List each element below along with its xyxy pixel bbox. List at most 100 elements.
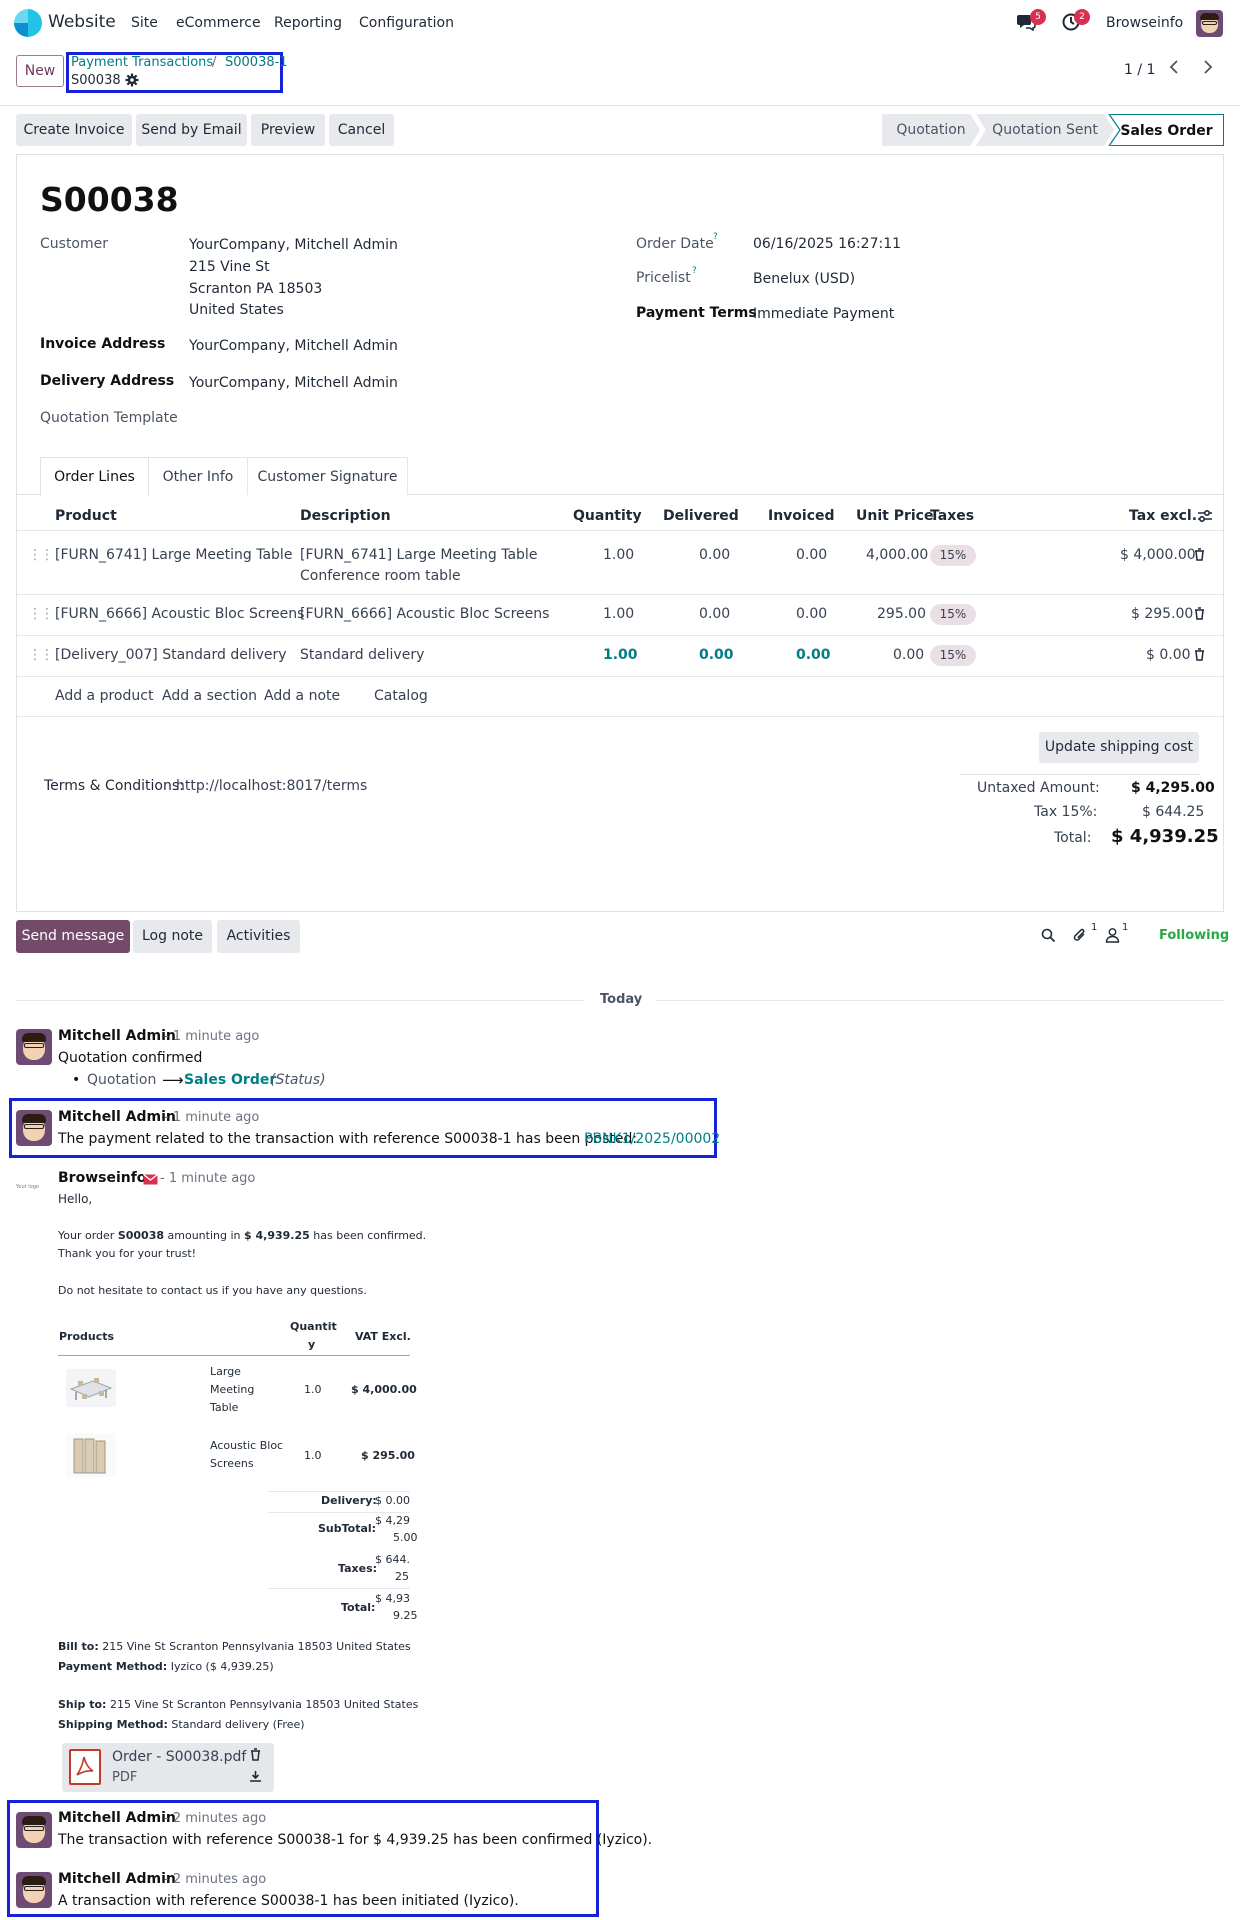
customer-link[interactable]: YourCompany, Mitchell Admin: [189, 237, 398, 253]
status-quotation[interactable]: Quotation: [882, 114, 980, 146]
tab-other-info[interactable]: Other Info: [149, 457, 248, 495]
preview-button[interactable]: Preview: [251, 114, 325, 146]
date-divider-left: [16, 1000, 584, 1001]
following-toggle[interactable]: Following: [1159, 928, 1229, 943]
line-product[interactable]: [FURN_6666] Acoustic Bloc Screens: [55, 606, 304, 622]
order-date-field[interactable]: 06/16/2025 16:27:11: [753, 236, 901, 252]
author-avatar[interactable]: [16, 1110, 52, 1146]
column-tax-excl[interactable]: Tax excl.: [1129, 508, 1197, 524]
column-taxes[interactable]: Taxes: [930, 508, 974, 524]
author-avatar[interactable]: [16, 1029, 52, 1065]
email-product1-amount: $ 4,000.00: [351, 1383, 417, 1396]
line-description[interactable]: [FURN_6741] Large Meeting Table: [300, 547, 537, 563]
search-icon[interactable]: [1041, 928, 1056, 947]
order-date-help-icon[interactable]: ?: [713, 232, 718, 242]
delete-line-icon[interactable]: [1194, 607, 1205, 624]
user-avatar[interactable]: [1196, 10, 1223, 37]
message-author[interactable]: Browseinfo: [58, 1170, 146, 1186]
line-tax-badge[interactable]: 15%: [930, 604, 976, 625]
activities-button[interactable]: Activities: [217, 920, 300, 953]
line-quantity[interactable]: 1.00: [603, 547, 634, 563]
menu-site[interactable]: Site: [131, 15, 158, 31]
message-time: - 1 minute ago: [164, 1029, 260, 1044]
line-description[interactable]: Standard delivery: [300, 647, 424, 663]
column-description[interactable]: Description: [300, 508, 391, 524]
catalog-link[interactable]: Catalog: [374, 688, 428, 704]
delete-line-icon[interactable]: [1194, 648, 1205, 665]
message-author[interactable]: Mitchell Admin: [58, 1810, 176, 1826]
app-name[interactable]: Website: [48, 12, 116, 32]
delivery-address-field[interactable]: YourCompany, Mitchell Admin: [189, 375, 398, 391]
create-invoice-button[interactable]: Create Invoice: [16, 114, 132, 146]
message-author[interactable]: Mitchell Admin: [58, 1871, 176, 1887]
status-sales-order[interactable]: Sales Order: [1110, 114, 1224, 146]
author-avatar[interactable]: [16, 1812, 52, 1848]
terms-link[interactable]: http://localhost:8017/terms: [176, 778, 367, 794]
menu-ecommerce[interactable]: eCommerce: [176, 15, 261, 31]
line-description[interactable]: [FURN_6666] Acoustic Bloc Screens: [300, 606, 549, 622]
delete-line-icon[interactable]: [1194, 548, 1205, 565]
column-unit-price[interactable]: Unit Price: [856, 508, 933, 524]
column-invoiced[interactable]: Invoiced: [768, 508, 835, 524]
column-quantity[interactable]: Quantity: [573, 508, 642, 524]
new-button[interactable]: New: [16, 55, 64, 87]
breadcrumb-separator: /: [212, 55, 217, 70]
attachment-name[interactable]: Order - S00038.pdf: [112, 1749, 246, 1765]
menu-reporting[interactable]: Reporting: [274, 15, 342, 31]
log-note-button[interactable]: Log note: [133, 920, 212, 953]
status-quotation-sent[interactable]: Quotation Sent: [976, 114, 1114, 146]
line-quantity[interactable]: 1.00: [603, 606, 634, 622]
line-delivered[interactable]: 0.00: [699, 547, 730, 563]
gear-icon[interactable]: [125, 73, 139, 91]
send-by-email-button[interactable]: Send by Email: [136, 114, 247, 146]
add-product-link[interactable]: Add a product: [55, 688, 153, 704]
row-drag-handle-icon[interactable]: ⋮⋮: [28, 547, 54, 563]
tab-customer-signature[interactable]: Customer Signature: [248, 457, 408, 495]
line-product[interactable]: [Delivery_007] Standard delivery: [55, 647, 287, 663]
order-title: S00038: [40, 180, 179, 219]
optional-columns-icon[interactable]: [1197, 508, 1213, 528]
row-drag-handle-icon[interactable]: ⋮⋮: [28, 606, 54, 622]
line-delivered[interactable]: 0.00: [699, 647, 734, 663]
tax-amount: $ 644.25: [1142, 804, 1205, 820]
attachment-download-icon[interactable]: [249, 1770, 262, 1787]
message-author[interactable]: Mitchell Admin: [58, 1028, 176, 1044]
paperclip-icon[interactable]: [1072, 927, 1088, 948]
add-section-link[interactable]: Add a section: [162, 688, 257, 704]
app-logo-icon[interactable]: [14, 9, 42, 37]
line-unit-price[interactable]: 4,000.00: [866, 547, 928, 563]
attachment-delete-icon[interactable]: [250, 1748, 261, 1765]
line-delivered[interactable]: 0.00: [699, 606, 730, 622]
pager-value[interactable]: 1 / 1: [1124, 62, 1155, 78]
message-highlight: [9, 1098, 717, 1158]
breadcrumb-payment-transactions[interactable]: Payment Transactions: [71, 55, 213, 70]
line-tax-badge[interactable]: 15%: [930, 545, 976, 566]
line-quantity[interactable]: 1.00: [603, 647, 638, 663]
line-unit-price[interactable]: 295.00: [877, 606, 926, 622]
invoice-address-field[interactable]: YourCompany, Mitchell Admin: [189, 338, 398, 354]
cancel-button[interactable]: Cancel: [329, 114, 394, 146]
payment-terms-field[interactable]: Immediate Payment: [753, 306, 894, 322]
envelope-icon[interactable]: [143, 1173, 158, 1189]
line-tax-badge[interactable]: 15%: [930, 645, 976, 666]
payment-link[interactable]: PBNK1/2025/00002: [584, 1131, 720, 1147]
company-switcher[interactable]: Browseinfo: [1106, 15, 1183, 31]
message-author[interactable]: Mitchell Admin: [58, 1109, 176, 1125]
row-drag-handle-icon[interactable]: ⋮⋮: [28, 647, 54, 663]
update-shipping-cost-button[interactable]: Update shipping cost: [1039, 732, 1199, 763]
author-avatar[interactable]: [16, 1872, 52, 1908]
column-product[interactable]: Product: [55, 508, 117, 524]
menu-configuration[interactable]: Configuration: [359, 15, 454, 31]
column-delivered[interactable]: Delivered: [663, 508, 739, 524]
pager-next-icon[interactable]: [1202, 59, 1214, 79]
followers-icon[interactable]: [1105, 927, 1120, 947]
line-unit-price[interactable]: 0.00: [893, 647, 924, 663]
line-product[interactable]: [FURN_6741] Large Meeting Table: [55, 547, 292, 563]
pricelist-help-icon[interactable]: ?: [692, 266, 697, 276]
add-note-link[interactable]: Add a note: [264, 688, 340, 704]
tab-order-lines[interactable]: Order Lines: [40, 457, 149, 496]
pager-prev-icon[interactable]: [1168, 59, 1180, 79]
pricelist-field[interactable]: Benelux (USD): [753, 271, 855, 287]
breadcrumb-transaction[interactable]: S00038-1: [225, 55, 288, 70]
send-message-button[interactable]: Send message: [16, 920, 130, 953]
